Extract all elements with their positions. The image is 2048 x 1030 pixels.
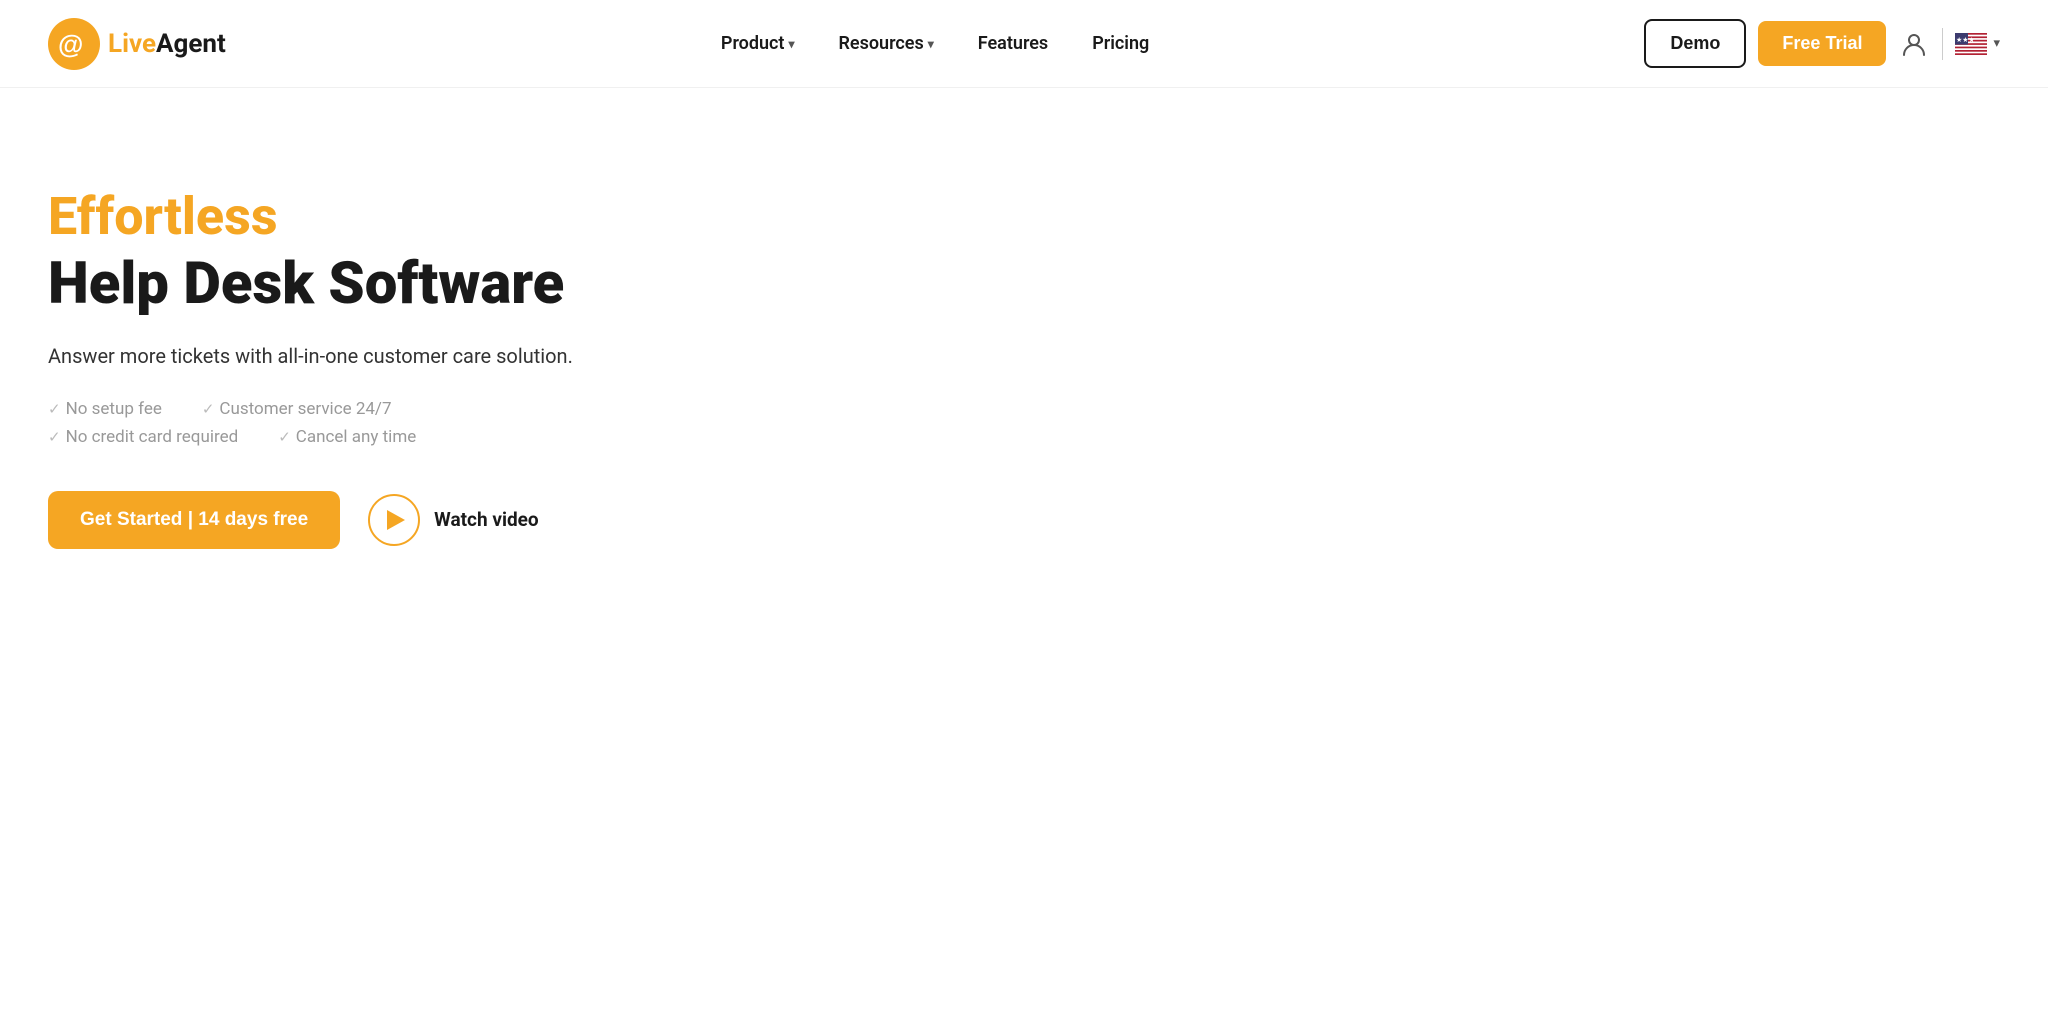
chevron-down-icon: ▾ xyxy=(1993,36,2000,51)
check-icon: ✓ xyxy=(202,400,215,418)
hero-check-3: ✓ No credit card required xyxy=(48,427,238,447)
nav-divider xyxy=(1942,28,1943,60)
nav-right: Demo Free Trial xyxy=(1644,19,2000,68)
play-icon xyxy=(387,510,405,530)
hero-title: Help Desk Software xyxy=(48,253,652,317)
hero-section: Effortless Help Desk Software Answer mor… xyxy=(0,88,700,629)
logo-text: LiveAgent xyxy=(108,29,226,59)
watch-video-label: Watch video xyxy=(434,508,539,531)
svg-text:★★★: ★★★ xyxy=(1956,36,1975,44)
logo[interactable]: @ LiveAgent xyxy=(48,18,226,70)
hero-tag: Effortless xyxy=(48,188,652,245)
hero-check-4: ✓ Cancel any time xyxy=(278,427,416,447)
nav-product[interactable]: Product ▾ xyxy=(703,23,813,64)
hero-checks-row-1: ✓ No setup fee ✓ Customer service 24/7 xyxy=(48,399,652,419)
hero-checks-row-2: ✓ No credit card required ✓ Cancel any t… xyxy=(48,427,652,447)
hero-check-1: ✓ No setup fee xyxy=(48,399,162,419)
check-icon: ✓ xyxy=(48,400,61,418)
watch-video-container[interactable]: Watch video xyxy=(368,494,539,546)
nav-links: Product ▾ Resources ▾ Features Pricing xyxy=(226,23,1645,64)
demo-button[interactable]: Demo xyxy=(1644,19,1746,68)
flag-icon: ★★★ xyxy=(1955,33,1987,55)
svg-text:@: @ xyxy=(58,29,83,59)
get-started-button[interactable]: Get Started | 14 days free xyxy=(48,491,340,549)
free-trial-button[interactable]: Free Trial xyxy=(1758,21,1886,66)
check-icon: ✓ xyxy=(48,428,61,446)
language-selector[interactable]: ★★★ ▾ xyxy=(1955,33,2000,55)
chevron-down-icon: ▾ xyxy=(928,37,934,51)
nav-features[interactable]: Features xyxy=(960,23,1066,64)
hero-actions: Get Started | 14 days free Watch video xyxy=(48,491,652,549)
hero-checks: ✓ No setup fee ✓ Customer service 24/7 ✓… xyxy=(48,399,652,447)
chevron-down-icon: ▾ xyxy=(788,37,794,51)
hero-check-2: ✓ Customer service 24/7 xyxy=(202,399,392,419)
nav-resources[interactable]: Resources ▾ xyxy=(821,23,952,64)
hero-subtitle: Answer more tickets with all-in-one cust… xyxy=(48,341,652,371)
navbar: @ LiveAgent Product ▾ Resources ▾ Featur… xyxy=(0,0,2048,88)
play-button[interactable] xyxy=(368,494,420,546)
logo-icon: @ xyxy=(48,18,100,70)
nav-pricing[interactable]: Pricing xyxy=(1074,23,1167,64)
check-icon: ✓ xyxy=(278,428,291,446)
user-icon[interactable] xyxy=(1898,28,1930,60)
